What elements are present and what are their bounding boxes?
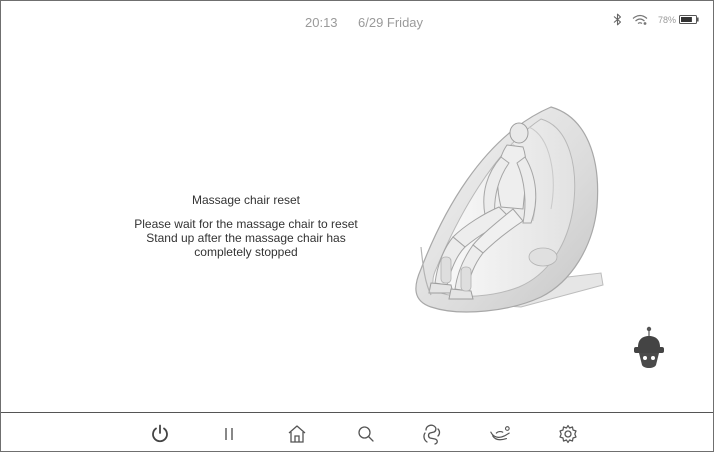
- massage-mode-button[interactable]: [421, 423, 443, 445]
- search-button[interactable]: [355, 423, 377, 445]
- message-line: Stand up after the massage chair has: [146, 231, 346, 245]
- message-line: completely stopped: [194, 245, 298, 259]
- bluetooth-icon: [613, 13, 622, 26]
- status-icons: 78%: [613, 13, 699, 26]
- pause-icon: [225, 428, 233, 440]
- massage-chair-illustration: [401, 97, 611, 329]
- massage-hand-icon: [423, 424, 441, 445]
- reset-message: Massage chair reset Please wait for the …: [111, 193, 381, 259]
- bottom-nav: [1, 413, 713, 451]
- battery-indicator: 78%: [658, 15, 699, 25]
- status-bar: 20:13 6/29 Friday 78%: [1, 1, 713, 45]
- recline-button[interactable]: [489, 423, 511, 445]
- status-time: 20:13: [305, 15, 338, 30]
- settings-gear-icon: [559, 424, 577, 444]
- recline-icon: [490, 426, 510, 441]
- home-button[interactable]: [286, 423, 308, 445]
- pause-button[interactable]: [218, 423, 240, 445]
- mascot-icon: [632, 325, 666, 371]
- message-title: Massage chair reset: [191, 193, 301, 207]
- status-date: 6/29 Friday: [358, 15, 424, 30]
- settings-button[interactable]: [557, 423, 579, 445]
- massage-chair-screen: 20:13 6/29 Friday 78% Massage chair rese…: [0, 0, 714, 452]
- home-icon: [288, 425, 306, 443]
- battery-icon: [679, 15, 699, 24]
- power-icon: [152, 424, 168, 443]
- search-icon: [358, 426, 374, 442]
- wifi-icon: [632, 14, 648, 26]
- message-line: Please wait for the massage chair to res…: [134, 217, 358, 231]
- battery-percent: 78%: [657, 14, 676, 25]
- power-button[interactable]: [149, 423, 171, 445]
